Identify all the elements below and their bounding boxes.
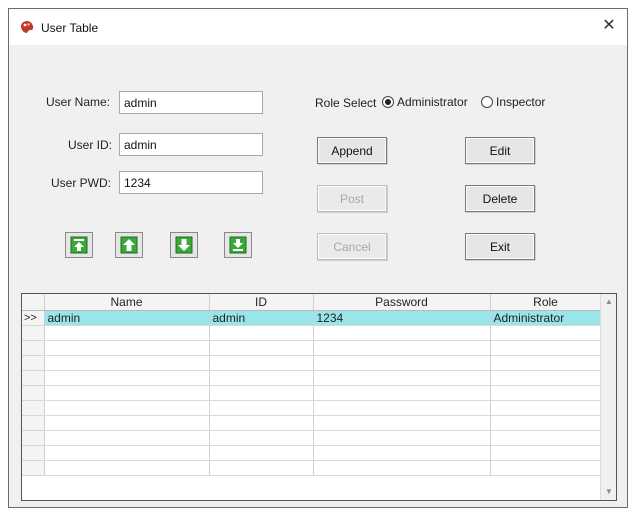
user-name-label: User Name: xyxy=(46,95,111,109)
vertical-scrollbar[interactable]: ▲ ▼ xyxy=(600,294,616,500)
move-first-button[interactable] xyxy=(65,232,93,258)
user-name-input[interactable] xyxy=(119,91,263,114)
radio-inspector[interactable]: Inspector xyxy=(481,95,545,109)
scroll-up-icon[interactable]: ▲ xyxy=(601,294,616,310)
user-table: Name ID Password Role >> admin admin 123… xyxy=(22,294,602,476)
radio-administrator[interactable]: Administrator xyxy=(382,95,468,109)
radio-administrator-label: Administrator xyxy=(397,95,468,109)
cell-id[interactable]: admin xyxy=(209,310,314,326)
title-bar: User Table ✕ xyxy=(9,9,627,45)
empty-row xyxy=(22,385,602,401)
close-button[interactable]: ✕ xyxy=(597,15,621,37)
move-last-icon xyxy=(229,236,247,254)
column-header-name[interactable]: Name xyxy=(44,294,210,311)
empty-row xyxy=(22,415,602,431)
empty-row xyxy=(22,340,602,356)
delete-button[interactable]: Delete xyxy=(465,185,535,212)
cell-role[interactable]: Administrator xyxy=(490,310,602,326)
user-id-input[interactable] xyxy=(119,133,263,156)
close-icon: ✕ xyxy=(602,17,616,34)
scroll-down-icon[interactable]: ▼ xyxy=(601,484,616,500)
empty-row xyxy=(22,325,602,341)
table-row[interactable]: >> admin admin 1234 Administrator xyxy=(22,310,602,326)
move-down-icon xyxy=(175,236,193,254)
move-last-button[interactable] xyxy=(224,232,252,258)
exit-button[interactable]: Exit xyxy=(465,233,535,260)
window-title: User Table xyxy=(41,21,99,35)
column-header-password[interactable]: Password xyxy=(313,294,491,311)
empty-row xyxy=(22,400,602,416)
append-button[interactable]: Append xyxy=(317,137,387,164)
empty-row xyxy=(22,430,602,446)
user-pwd-label: User PWD: xyxy=(51,176,111,190)
move-up-button[interactable] xyxy=(115,232,143,258)
empty-row xyxy=(22,355,602,371)
empty-row xyxy=(22,370,602,386)
edit-button[interactable]: Edit xyxy=(465,137,535,164)
empty-row xyxy=(22,445,602,461)
cancel-button[interactable]: Cancel xyxy=(317,233,387,260)
row-indicator: >> xyxy=(22,310,45,326)
move-down-button[interactable] xyxy=(170,232,198,258)
app-icon xyxy=(21,21,34,33)
cell-name[interactable]: admin xyxy=(44,310,210,326)
move-up-icon xyxy=(120,236,138,254)
column-header-id[interactable]: ID xyxy=(209,294,314,311)
column-header-role[interactable]: Role xyxy=(490,294,602,311)
radio-button-unchecked[interactable] xyxy=(481,96,493,108)
user-id-label: User ID: xyxy=(68,138,113,152)
move-first-icon xyxy=(70,236,88,254)
empty-row xyxy=(22,460,602,476)
grid-corner-cell xyxy=(22,294,45,311)
radio-button-checked[interactable] xyxy=(382,96,394,108)
cell-password[interactable]: 1234 xyxy=(313,310,491,326)
role-select-label: Role Select xyxy=(315,96,377,110)
post-button[interactable]: Post xyxy=(317,185,387,212)
radio-inspector-label: Inspector xyxy=(496,95,546,109)
grid-header-row: Name ID Password Role xyxy=(22,294,602,311)
user-data-grid[interactable]: Name ID Password Role >> admin admin 123… xyxy=(21,293,617,501)
user-pwd-input[interactable] xyxy=(119,171,263,194)
user-table-window: User Table ✕ User Name: User ID: User PW… xyxy=(8,8,628,508)
